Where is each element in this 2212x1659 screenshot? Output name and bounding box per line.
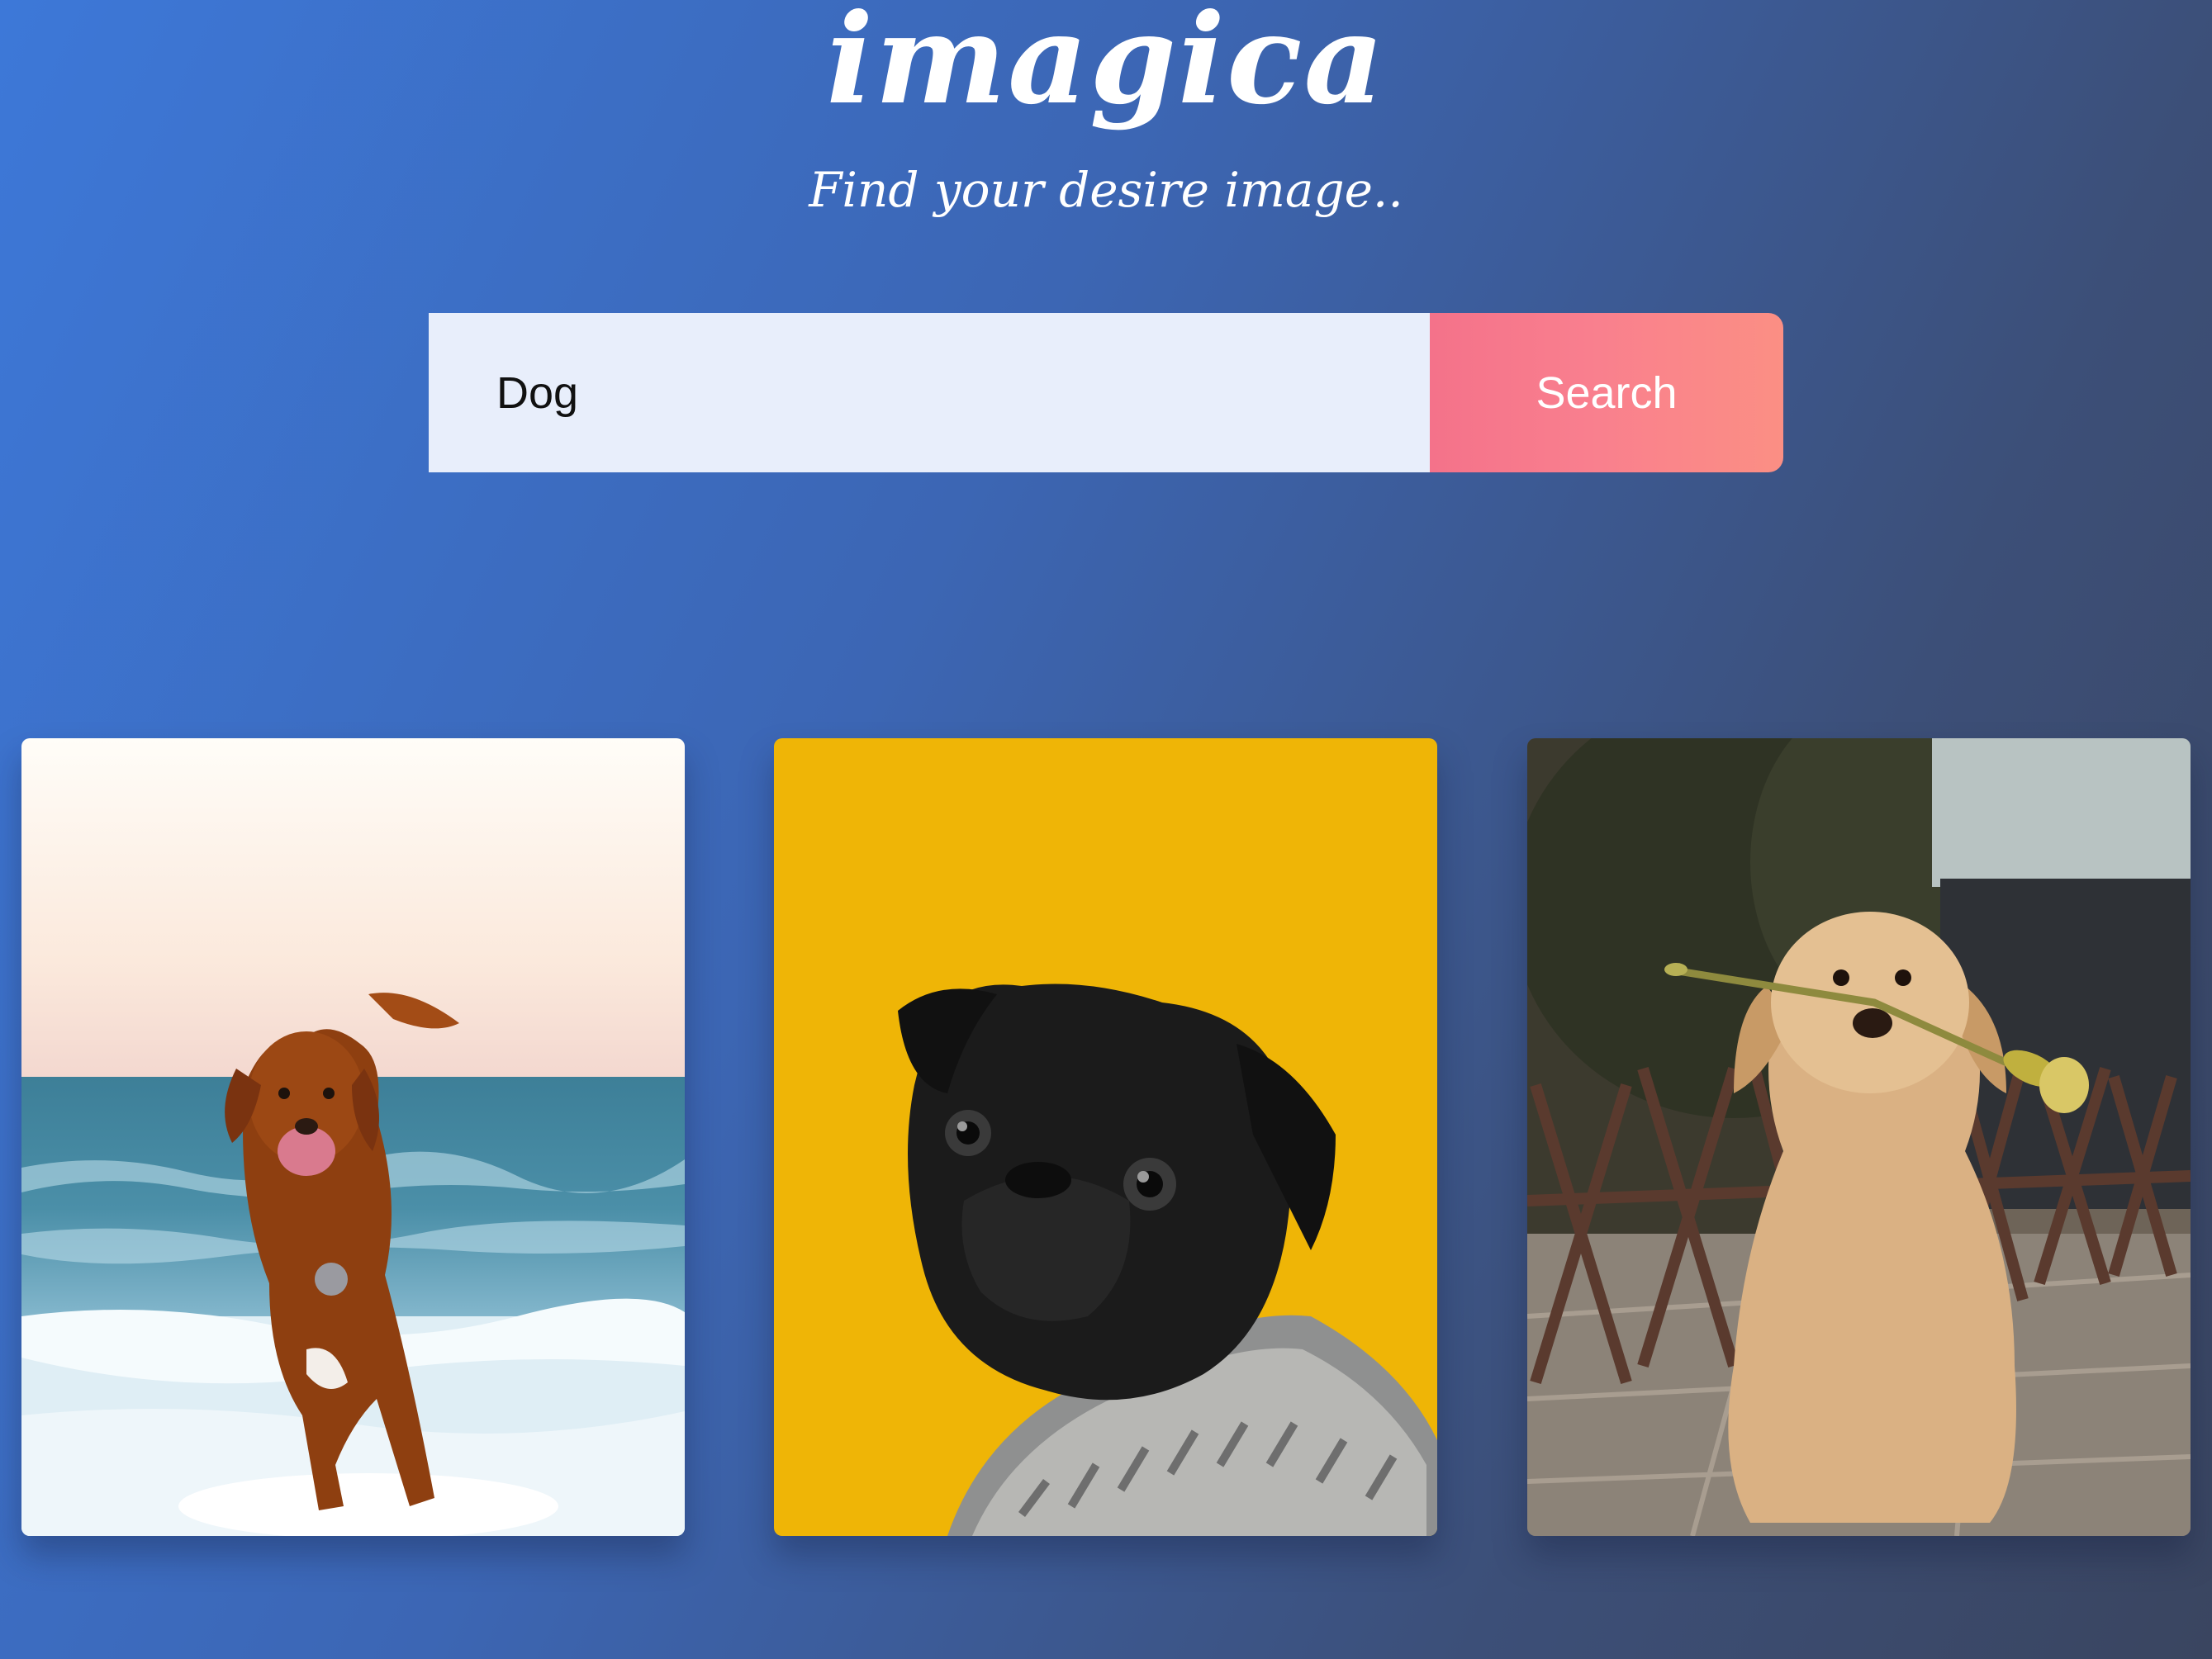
- pug-image: [774, 738, 1437, 1536]
- puppy-flower-image: [1527, 738, 2191, 1536]
- tagline: Find your desire image..: [809, 162, 1403, 218]
- search-input[interactable]: [429, 313, 1430, 472]
- result-image-card[interactable]: [21, 738, 685, 1536]
- logo: imagica: [826, 0, 1386, 132]
- result-image-card[interactable]: [1527, 738, 2191, 1536]
- search-bar: Search: [429, 313, 1783, 472]
- search-button[interactable]: Search: [1430, 313, 1783, 472]
- result-image-card[interactable]: [774, 738, 1437, 1536]
- dog-beach-image: [21, 738, 685, 1536]
